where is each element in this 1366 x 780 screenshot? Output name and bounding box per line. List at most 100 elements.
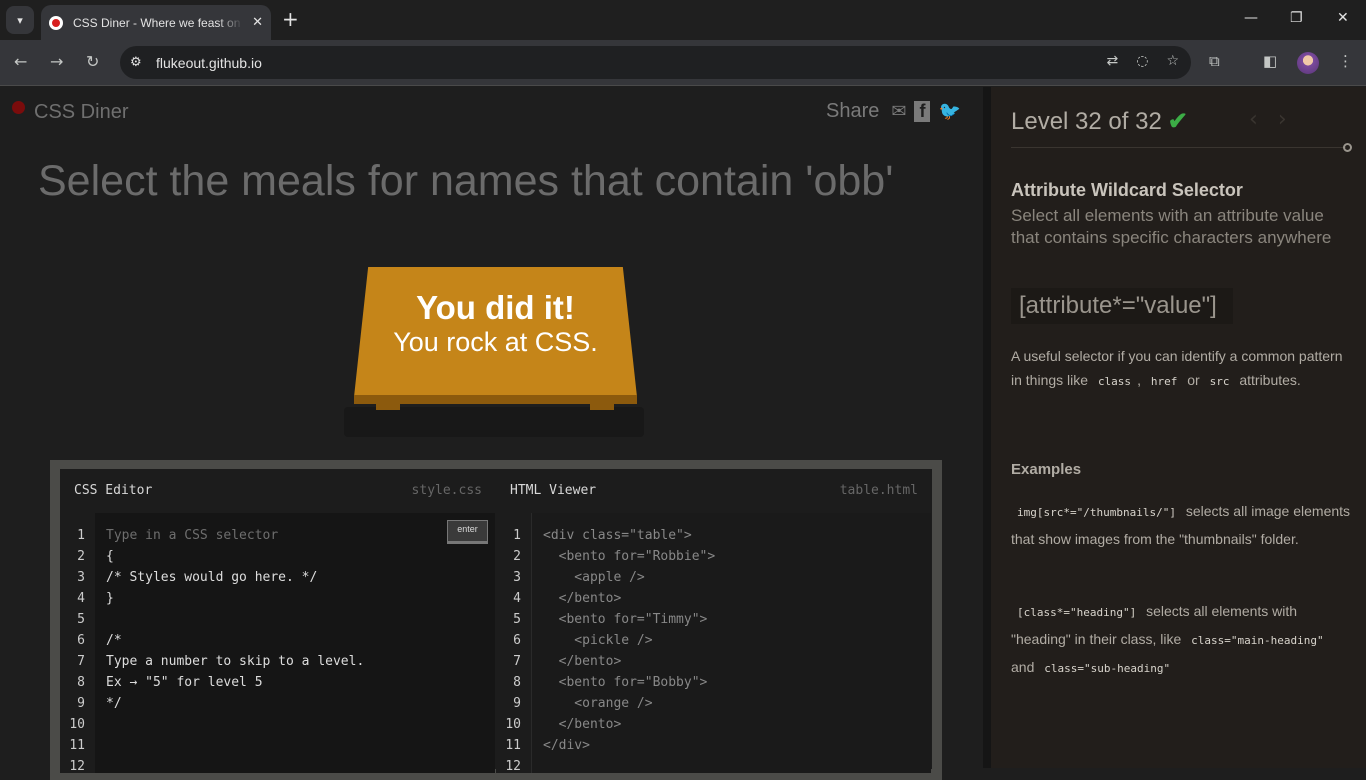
chevron-down-icon: ▾ xyxy=(17,13,23,27)
tab-title: CSS Diner - Where we feast on CSS xyxy=(73,15,243,30)
window-close-icon[interactable]: ✕ xyxy=(1337,10,1349,26)
translate-icon[interactable]: ⇄ xyxy=(1106,53,1118,69)
selector-hint: A useful selector if you can identify a … xyxy=(1011,345,1351,393)
selector-name: Attribute Wildcard Selector xyxy=(1011,180,1243,200)
line-number: 8 xyxy=(77,675,85,690)
level-menu-toggle[interactable] xyxy=(1343,143,1352,152)
page: CSS Diner Share ✉ f 🐦 Select the meals f… xyxy=(0,87,1366,780)
example-1: img[src*="/thumbnails/"] selects all ima… xyxy=(1011,498,1351,552)
code-line: </bento> xyxy=(543,654,622,669)
code-line: <div class="table"> xyxy=(543,528,692,543)
code-line: <pickle /> xyxy=(543,633,653,648)
new-tab-button[interactable]: + xyxy=(282,8,299,30)
table: You did it! You rock at CSS. xyxy=(354,267,637,410)
css-code-area: Type in a CSS selector {/* Styles would … xyxy=(95,513,495,773)
menu-icon[interactable]: ⋮ xyxy=(1338,52,1353,70)
logo-text: CSS Diner xyxy=(34,101,129,123)
restore-icon[interactable]: ❐ xyxy=(1290,10,1303,26)
tab-search-button[interactable]: ▾ xyxy=(6,6,34,34)
table-leg xyxy=(590,404,614,410)
line-number: 2 xyxy=(513,549,521,564)
url-text: flukeout.github.io xyxy=(156,54,262,71)
selector-syntax: [attribute*="value"] xyxy=(1011,288,1233,324)
code-line: */ xyxy=(106,696,122,711)
hint-or: or xyxy=(1187,371,1200,388)
selector-title: Select all elements with an attribute va… xyxy=(1011,206,1332,247)
code-line: Type a number to skip to a level. xyxy=(106,654,365,669)
facebook-icon[interactable]: f xyxy=(914,101,931,122)
enter-button[interactable]: enter xyxy=(447,520,488,544)
code-line: /* Styles would go here. */ xyxy=(106,570,318,585)
close-icon[interactable]: ✕ xyxy=(252,15,263,30)
twitter-icon[interactable]: 🐦 xyxy=(938,101,960,122)
forward-icon[interactable]: → xyxy=(50,52,63,71)
level-nav: ‹› xyxy=(1249,107,1307,132)
win-subheading: You rock at CSS. xyxy=(393,327,598,357)
html-line-numbers: 1 2 3 4 5 6 7 8 9 10 11 12 xyxy=(496,513,531,774)
code-line: <apple /> xyxy=(543,570,645,585)
win-heading: You did it! xyxy=(416,289,575,326)
line-number: 12 xyxy=(69,759,85,774)
css-selector-input[interactable]: Type in a CSS selector xyxy=(106,525,495,546)
css-line-numbers: 1 2 3 4 5 6 7 8 9 10 11 12 xyxy=(60,513,95,774)
example-code: [class*="heading"] xyxy=(1017,606,1137,619)
example-code: class="sub-heading" xyxy=(1044,662,1171,675)
level-text: Level 32 of 32 xyxy=(1011,108,1162,135)
share-label: Share xyxy=(826,100,880,122)
side-panel-icon[interactable]: ◧ xyxy=(1263,52,1277,70)
profile-avatar[interactable] xyxy=(1297,52,1319,74)
level-indicator[interactable]: Level 32 of 32 ✔ xyxy=(1011,107,1188,136)
next-level-icon[interactable]: › xyxy=(1278,107,1307,132)
minimize-icon[interactable]: — xyxy=(1244,10,1258,26)
editor-frame: CSS Editor style.css 1 2 3 4 5 6 7 8 9 10 11 12 Typ… xyxy=(50,460,942,780)
code-line: </div> xyxy=(543,738,590,753)
line-number: 6 xyxy=(513,633,521,648)
line-number: 12 xyxy=(505,759,521,774)
example-2: [class*="heading"] selects all elements … xyxy=(1011,598,1351,682)
code-line: } xyxy=(106,591,114,606)
table-edge xyxy=(354,395,637,404)
site-info-icon[interactable]: ⚙ xyxy=(130,55,146,70)
line-number: 3 xyxy=(77,570,85,585)
css-editor-title: CSS Editor xyxy=(74,483,153,498)
example-code: class="main-heading" xyxy=(1191,634,1324,647)
browser-tab[interactable]: CSS Diner - Where we feast on CSS ✕ xyxy=(41,5,271,40)
address-bar[interactable]: ⚙ flukeout.github.io ⇄ ◌ ☆ xyxy=(120,46,1191,79)
examples-heading: Examples xyxy=(1011,461,1082,478)
eye-slash-icon[interactable]: ◌ xyxy=(1136,53,1148,69)
line-number: 1 xyxy=(513,528,521,543)
line-number: 10 xyxy=(69,717,85,732)
level-progress xyxy=(1011,147,1346,148)
css-editor: CSS Editor style.css 1 2 3 4 5 6 7 8 9 10 11 12 Typ… xyxy=(60,469,496,774)
line-number: 7 xyxy=(513,654,521,669)
previous-level-icon[interactable]: ‹ xyxy=(1249,107,1278,132)
line-number: 4 xyxy=(513,591,521,606)
panel-divider xyxy=(983,87,991,768)
html-viewer-title: HTML Viewer xyxy=(510,483,597,498)
extensions-icon[interactable]: ⧉ xyxy=(1209,52,1220,70)
checkmark-icon: ✔ xyxy=(1167,108,1188,135)
line-number: 11 xyxy=(505,738,521,753)
share-bar: Share ✉ f 🐦 xyxy=(826,100,961,123)
example-code: img[src*="/thumbnails/"] xyxy=(1017,506,1176,519)
code-line: Ex → "5" for level 5 xyxy=(106,675,263,690)
line-number: 8 xyxy=(513,675,521,690)
hint-tag: class xyxy=(1097,374,1132,388)
code-line: <bento for="Bobby"> xyxy=(543,675,708,690)
hint-tag: href xyxy=(1150,374,1178,388)
line-number: 7 xyxy=(77,654,85,669)
reload-icon[interactable]: ↻ xyxy=(86,52,99,71)
editor-inner: CSS Editor style.css 1 2 3 4 5 6 7 8 9 10 11 12 Typ… xyxy=(60,469,932,774)
html-viewer: HTML Viewer table.html 1 2 3 4 5 6 7 8 9 10 11 12 <… xyxy=(496,469,932,774)
table-leg xyxy=(376,404,400,410)
logo-dot-icon xyxy=(12,101,25,114)
line-number: 10 xyxy=(505,717,521,732)
back-icon[interactable]: ← xyxy=(14,52,27,71)
star-icon[interactable]: ☆ xyxy=(1166,53,1179,69)
email-icon[interactable]: ✉ xyxy=(891,101,906,122)
line-number: 5 xyxy=(77,612,85,627)
code-line: </bento> xyxy=(543,717,622,732)
